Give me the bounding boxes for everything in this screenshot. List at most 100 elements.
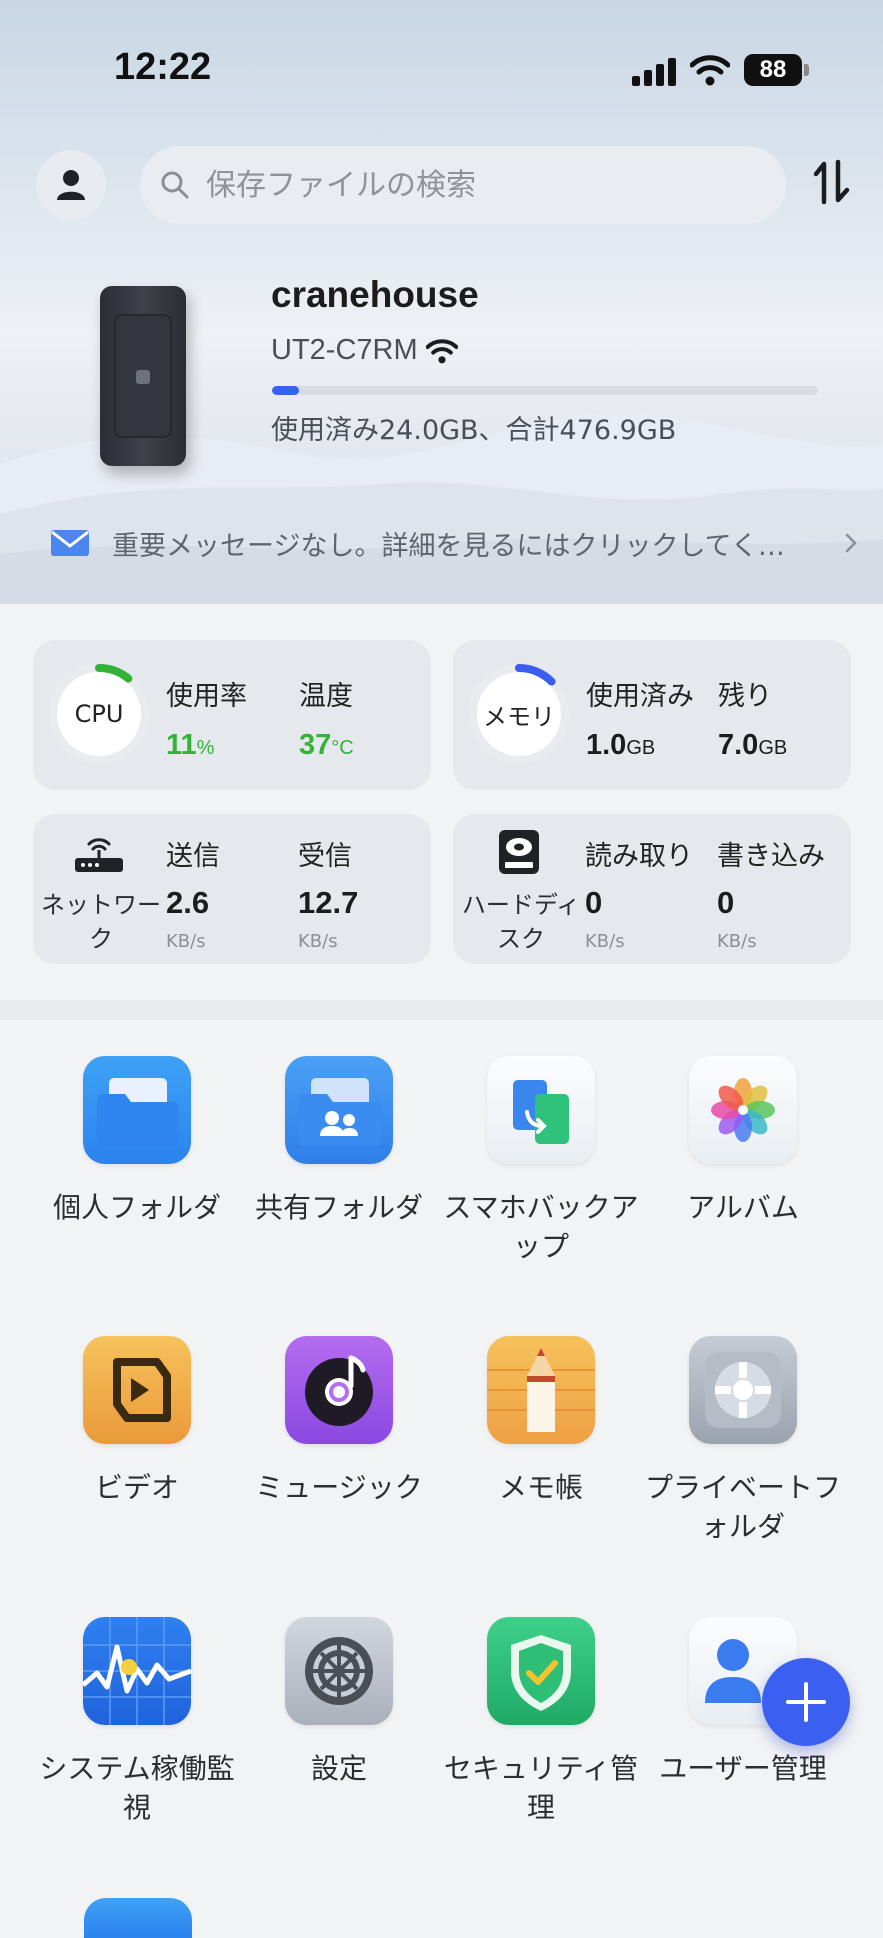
- section-divider: [0, 1000, 883, 1020]
- personal-folder-icon: [83, 1056, 191, 1164]
- device-model: UT2-C7RM: [271, 334, 458, 367]
- device-name: cranehouse: [271, 274, 479, 315]
- clock: 12:22: [114, 46, 212, 88]
- app-label: ユーザー管理: [659, 1752, 827, 1785]
- disk-write: 書き込み 0 KB/s: [717, 834, 825, 952]
- app-phone-backup[interactable]: スマホバックアップ: [440, 1056, 642, 1266]
- storage-progress-bar: [272, 386, 818, 395]
- app-music[interactable]: ミュージック: [238, 1336, 440, 1507]
- network-label: ネットワーク: [41, 891, 161, 953]
- wifi-status-icon: [690, 55, 730, 86]
- app-album[interactable]: アルバム: [642, 1056, 844, 1227]
- mail-icon: [51, 530, 89, 556]
- cpu-usage-label: 使用率: [166, 681, 247, 712]
- memory-used-unit: GB: [626, 737, 656, 759]
- app-label: プライベートフォルダ: [644, 1471, 841, 1543]
- chevron-right-icon: [845, 533, 857, 553]
- app-system-monitor[interactable]: システム稼働監視: [36, 1617, 238, 1827]
- plus-icon: [786, 1682, 826, 1722]
- wifi-connection-icon: [425, 338, 458, 363]
- cellular-signal-icon: [632, 58, 676, 86]
- status-bar: 12:22 88: [0, 0, 883, 140]
- memory-used-label: 使用済み: [586, 681, 694, 712]
- battery-tip: [804, 64, 809, 76]
- network-send-unit: KB/s: [166, 931, 206, 952]
- memory-free-unit: GB: [758, 737, 788, 759]
- disk-write-unit: KB/s: [717, 931, 757, 952]
- shared-folder-icon: [285, 1056, 393, 1164]
- private-folder-icon: [689, 1336, 797, 1444]
- profile-button[interactable]: [36, 150, 106, 220]
- search-input[interactable]: [206, 167, 726, 203]
- cpu-temp-unit: °C: [331, 737, 354, 759]
- app-label: システム稼働監視: [39, 1752, 235, 1824]
- cpu-usage-value: 11: [166, 729, 197, 761]
- memory-card[interactable]: メモリ 使用済み 1.0GB 残り 7.0GB: [453, 640, 851, 790]
- network-send-label: 送信: [166, 841, 220, 872]
- app-label: アルバム: [687, 1191, 799, 1224]
- app-label: 設定: [310, 1752, 367, 1785]
- app-partial-next-row[interactable]: [84, 1898, 192, 1938]
- cpu-label: CPU: [74, 700, 124, 728]
- disk-read-label: 読み取り: [585, 841, 693, 872]
- app-label: ミュージック: [255, 1471, 423, 1504]
- network-recv: 受信 12.7 KB/s: [298, 834, 358, 952]
- network-send: 送信 2.6 KB/s: [166, 834, 220, 952]
- message-text: 重要メッセージなし。詳細を見るにはクリックしてく…: [112, 530, 785, 562]
- phone-backup-icon: [487, 1056, 595, 1164]
- user-icon: [57, 170, 85, 200]
- sort-transfer-icon[interactable]: [812, 158, 852, 206]
- message-bar[interactable]: 重要メッセージなし。詳細を見るにはクリックしてく…: [50, 522, 860, 564]
- disk-read-value: 0: [585, 885, 603, 920]
- app-shared-folder[interactable]: 共有フォルダ: [238, 1056, 440, 1227]
- album-icon: [689, 1056, 797, 1164]
- nas-device-image: [100, 286, 186, 466]
- add-button[interactable]: [762, 1658, 850, 1746]
- hard-disk-icon: [499, 830, 539, 874]
- disk-card[interactable]: ハードディスク 読み取り 0 KB/s 書き込み 0 KB/s: [453, 814, 851, 964]
- device-model-text: UT2-C7RM: [271, 334, 418, 366]
- disk-write-label: 書き込み: [717, 841, 825, 872]
- disk-read-unit: KB/s: [585, 931, 625, 952]
- video-icon: [83, 1336, 191, 1444]
- cpu-card[interactable]: CPU 使用率 11% 温度 37°C: [33, 640, 431, 790]
- app-label: スマホバックアップ: [443, 1191, 639, 1263]
- cpu-usage-unit: %: [196, 737, 215, 759]
- app-settings[interactable]: 設定: [238, 1617, 440, 1788]
- disk-label: ハードディスク: [461, 891, 581, 953]
- app-private-folder[interactable]: プライベートフォルダ: [642, 1336, 844, 1546]
- router-icon: [75, 838, 123, 872]
- network-recv-value: 12.7: [298, 885, 359, 920]
- system-monitor-icon: [83, 1617, 191, 1725]
- security-icon: [487, 1617, 595, 1725]
- network-recv-label: 受信: [298, 841, 352, 872]
- app-security[interactable]: セキュリティ管理: [440, 1617, 642, 1827]
- network-send-value: 2.6: [166, 885, 210, 920]
- app-label: 共有フォルダ: [254, 1191, 423, 1224]
- app-label: メモ帳: [498, 1471, 583, 1504]
- memory-free: 残り 7.0GB: [718, 674, 787, 762]
- app-video[interactable]: ビデオ: [36, 1336, 238, 1507]
- network-card[interactable]: ネットワーク 送信 2.6 KB/s 受信 12.7 KB/s: [33, 814, 431, 964]
- battery-indicator: 88: [744, 54, 802, 86]
- memory-label: メモリ: [483, 702, 555, 731]
- music-icon: [285, 1336, 393, 1444]
- app-label: 個人フォルダ: [52, 1191, 221, 1224]
- memory-free-value: 7.0: [718, 729, 759, 761]
- memory-free-label: 残り: [718, 681, 772, 712]
- cpu-temp: 温度 37°C: [299, 674, 354, 762]
- memory-used-value: 1.0: [586, 729, 627, 761]
- memory-used: 使用済み 1.0GB: [586, 674, 694, 762]
- cpu-usage: 使用率 11%: [166, 674, 247, 762]
- app-personal-folder[interactable]: 個人フォルダ: [36, 1056, 238, 1227]
- cpu-temp-label: 温度: [299, 681, 353, 712]
- storage-progress-fill: [272, 386, 300, 395]
- app-notepad[interactable]: メモ帳: [440, 1336, 642, 1507]
- notepad-icon: [487, 1336, 595, 1444]
- settings-icon: [285, 1617, 393, 1725]
- search-bar[interactable]: [140, 146, 786, 224]
- network-recv-unit: KB/s: [298, 931, 338, 952]
- disk-read: 読み取り 0 KB/s: [585, 834, 693, 952]
- app-label: ビデオ: [94, 1471, 179, 1504]
- cpu-temp-value: 37: [299, 729, 332, 761]
